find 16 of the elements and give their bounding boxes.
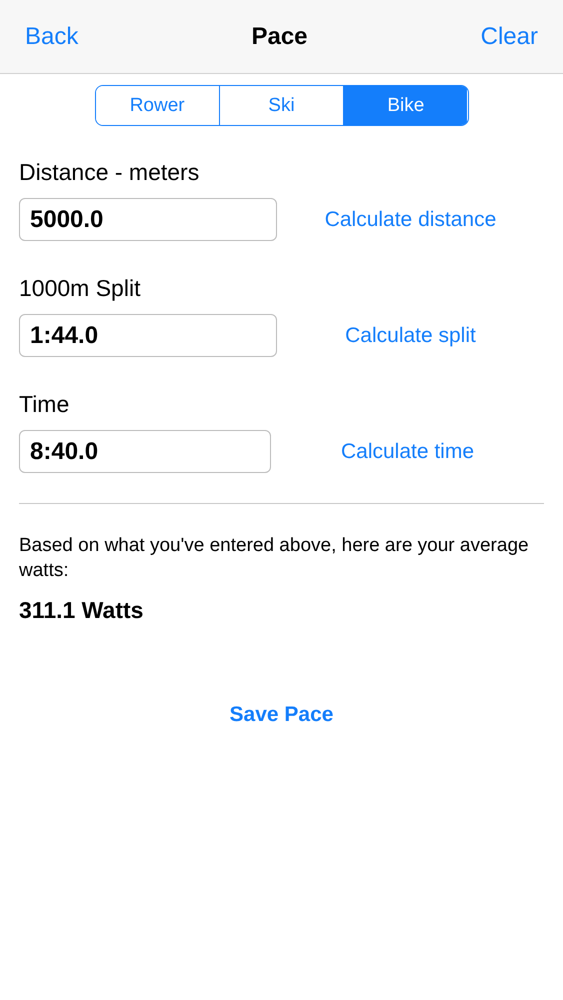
input-field[interactable]: 8:40.0 (19, 430, 271, 473)
clear-button[interactable]: Clear (480, 22, 538, 50)
save-button[interactable]: Save Pace (222, 699, 342, 732)
watts-value: 311.1 Watts (19, 597, 144, 624)
calculate-link[interactable]: Calculate split (277, 324, 544, 348)
calculate-link[interactable]: Calculate time (271, 440, 544, 464)
segment-tab[interactable]: Bike (343, 86, 468, 125)
input-field[interactable]: 5000.0 (19, 198, 277, 241)
result-description: Based on what you've entered above, here are your average watts: (19, 534, 530, 583)
field-label: Distance - meters (19, 159, 200, 186)
field-label: 1000m Split (19, 275, 142, 302)
field-label: Time (19, 391, 70, 418)
screen-title: Pace (251, 22, 308, 50)
back-button[interactable]: Back (25, 22, 78, 50)
input-field[interactable]: 1:44.0 (19, 314, 277, 357)
calculate-link[interactable]: Calculate distance (277, 208, 544, 232)
